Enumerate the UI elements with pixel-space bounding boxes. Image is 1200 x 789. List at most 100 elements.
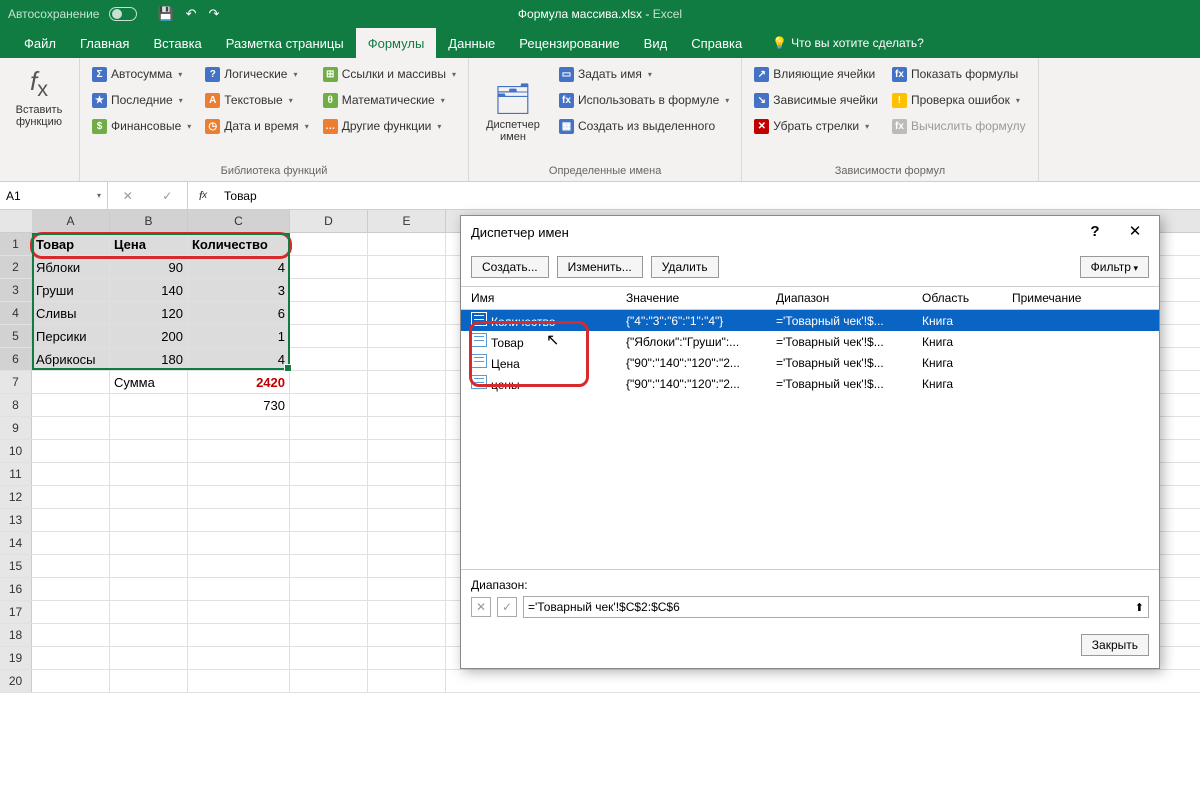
name-manager-button[interactable]: 🗂 Диспетчер имен [477,62,549,163]
cancel-icon[interactable]: ✕ [123,189,133,203]
lookup-button[interactable]: ⊞Ссылки и массивы▾ [319,62,460,86]
cell[interactable] [110,601,188,623]
col-header-a[interactable]: A [32,210,110,232]
cell[interactable]: 4 [188,348,290,370]
row-header[interactable]: 9 [0,417,32,439]
range-cancel-icon[interactable]: ✕ [471,597,491,617]
use-in-formula-button[interactable]: fxИспользовать в формуле▾ [555,88,733,112]
cell[interactable]: 6 [188,302,290,324]
tab-pagelayout[interactable]: Разметка страницы [214,28,356,58]
cell[interactable] [290,532,368,554]
name-list-item[interactable]: цены{"90":"140":"120":"2...='Товарный че… [461,373,1159,394]
table-row[interactable]: 20 [0,670,1200,693]
col-range-header[interactable]: Диапазон [776,291,922,305]
tab-home[interactable]: Главная [68,28,141,58]
tab-help[interactable]: Справка [679,28,754,58]
cell[interactable] [32,394,110,416]
cell[interactable] [32,532,110,554]
row-header[interactable]: 3 [0,279,32,301]
new-name-button[interactable]: Создать... [471,256,549,278]
col-header-b[interactable]: B [110,210,188,232]
col-name-header[interactable]: Имя [471,291,626,305]
enter-icon[interactable]: ✓ [162,189,172,203]
cell[interactable] [290,417,368,439]
cell[interactable] [290,394,368,416]
cell[interactable] [290,509,368,531]
remove-arrows-button[interactable]: ✕Убрать стрелки▾ [750,114,882,138]
cell[interactable]: 1 [188,325,290,347]
cell[interactable] [368,624,446,646]
name-list[interactable]: Количество{"4":"3":"6":"1":"4"}='Товарны… [461,310,1159,570]
help-icon[interactable]: ? [1075,220,1115,244]
formula-input[interactable]: Товар [218,182,1200,209]
cell[interactable] [32,509,110,531]
cell[interactable] [368,256,446,278]
cell[interactable] [290,325,368,347]
cell[interactable] [290,578,368,600]
cell[interactable]: 3 [188,279,290,301]
cell[interactable] [368,394,446,416]
cell[interactable]: 200 [110,325,188,347]
cell[interactable] [290,486,368,508]
row-header[interactable]: 15 [0,555,32,577]
row-header[interactable]: 6 [0,348,32,370]
cell[interactable] [290,279,368,301]
show-formulas-button[interactable]: fxПоказать формулы [888,62,1030,86]
datetime-button[interactable]: ◷Дата и время▾ [201,114,312,138]
cell[interactable] [188,578,290,600]
cell[interactable] [290,463,368,485]
range-input[interactable]: ='Товарный чек'!$C$2:$C$6 ⬆ [523,596,1149,618]
edit-name-button[interactable]: Изменить... [557,256,643,278]
autosum-button[interactable]: ΣАвтосумма▾ [88,62,195,86]
cell[interactable] [368,532,446,554]
cell[interactable] [32,440,110,462]
cell[interactable] [188,670,290,692]
cell[interactable] [32,647,110,669]
row-header[interactable]: 4 [0,302,32,324]
col-note-header[interactable]: Примечание [1012,291,1159,305]
col-header-c[interactable]: C [188,210,290,232]
cell[interactable] [290,371,368,393]
trace-dependents-button[interactable]: ↘Зависимые ячейки [750,88,882,112]
cell[interactable]: Сливы [32,302,110,324]
autosave-toggle[interactable] [109,7,137,21]
cell[interactable] [110,509,188,531]
cell[interactable] [368,601,446,623]
cell[interactable] [368,440,446,462]
cell[interactable] [290,302,368,324]
row-header[interactable]: 12 [0,486,32,508]
cell[interactable] [110,670,188,692]
name-list-item[interactable]: Товар{"Яблоки":"Груши":...='Товарный чек… [461,331,1159,352]
row-header[interactable]: 17 [0,601,32,623]
row-header[interactable]: 20 [0,670,32,692]
col-header-e[interactable]: E [368,210,446,232]
col-header-d[interactable]: D [290,210,368,232]
row-header[interactable]: 7 [0,371,32,393]
cell[interactable] [368,325,446,347]
create-from-selection-button[interactable]: ▦Создать из выделенного [555,114,733,138]
cell[interactable] [32,624,110,646]
cell[interactable]: 180 [110,348,188,370]
row-header[interactable]: 8 [0,394,32,416]
cell[interactable]: 140 [110,279,188,301]
col-scope-header[interactable]: Область [922,291,1012,305]
cell[interactable] [32,578,110,600]
cell[interactable] [368,371,446,393]
cell[interactable] [32,601,110,623]
cell[interactable] [188,555,290,577]
cell[interactable]: Сумма [110,371,188,393]
cell[interactable] [188,463,290,485]
row-header[interactable]: 11 [0,463,32,485]
cell[interactable]: Товар [32,233,110,255]
cell[interactable]: 2420 [188,371,290,393]
row-header[interactable]: 10 [0,440,32,462]
cell[interactable] [32,486,110,508]
error-checking-button[interactable]: !Проверка ошибок▾ [888,88,1030,112]
cell[interactable] [32,670,110,692]
cell[interactable] [32,555,110,577]
cell[interactable] [188,486,290,508]
text-button[interactable]: AТекстовые▾ [201,88,312,112]
cell[interactable]: 120 [110,302,188,324]
evaluate-formula-button[interactable]: fxВычислить формулу [888,114,1030,138]
cell[interactable]: 90 [110,256,188,278]
